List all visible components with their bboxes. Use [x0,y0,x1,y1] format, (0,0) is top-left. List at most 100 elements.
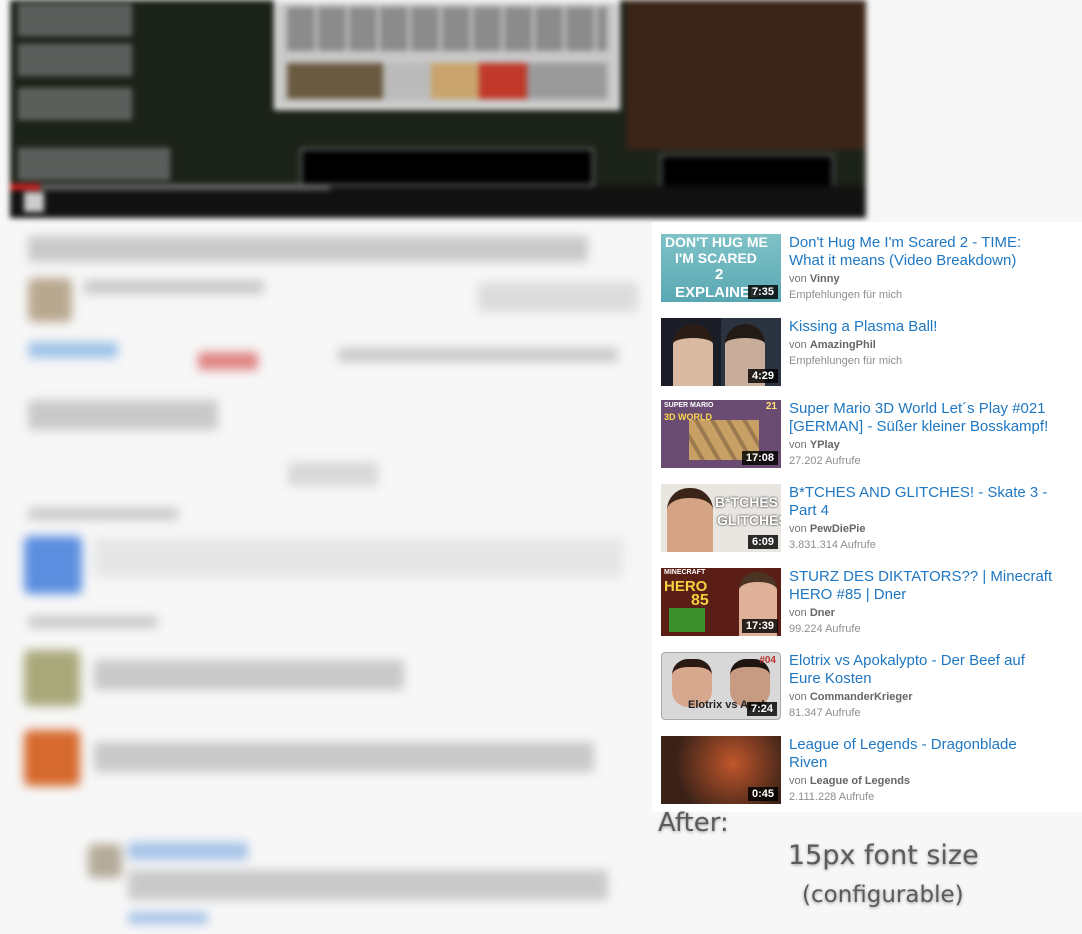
by-prefix: von [789,607,807,619]
duration-badge: 4:29 [747,369,778,383]
thumb-text: GLITCHES [717,512,781,528]
video-thumbnail[interactable]: MINECRAFT HERO 85 17:39 [661,568,781,636]
recommendation-item[interactable]: #04 Elotrix vs Apok 7:24 Elotrix vs Apok… [661,640,1061,720]
blurred-comment [94,660,404,690]
channel-line: von YPlay [789,439,840,451]
blurred-side-button [18,148,170,180]
blurred-comment-input [94,538,624,578]
by-prefix: von [789,273,807,285]
blurred-show-more [288,462,378,486]
channel-name[interactable]: Dner [810,607,835,619]
video-meta: 2.111.228 Aufrufe [789,791,875,803]
recommendation-item[interactable]: DON'T HUG ME I'M SCARED 2 EXPLAINED 7:35… [661,222,1061,302]
game-text-field [300,148,594,186]
recommendation-item[interactable]: SUPER MARIO 3D WORLD 21 17:08 Super Mari… [661,388,1061,468]
video-thumbnail[interactable]: DON'T HUG ME I'M SCARED 2 EXPLAINED 7:35 [661,234,781,302]
play-icon[interactable] [24,192,44,212]
channel-name[interactable]: PewDiePie [810,523,866,535]
progress-bar[interactable] [10,184,40,190]
blurred-section-label [28,616,158,628]
video-meta: Empfehlungen für mich [789,355,903,367]
channel-name[interactable]: CommanderKrieger [810,691,913,703]
video-player[interactable] [10,0,866,218]
channel-line: von League of Legends [789,775,910,787]
duration-badge: 0:45 [747,787,778,801]
thumb-text: I'M SCARED [675,250,757,266]
after-label: After: [658,808,729,838]
video-title-link[interactable]: League of Legends - Dragonblade Riven [789,736,1053,772]
thumb-person [673,324,713,386]
blurred-comment [94,742,594,772]
game-background [626,0,866,150]
video-title-link[interactable]: Super Mario 3D World Let´s Play #021 [GE… [789,400,1053,436]
channel-name[interactable]: League of Legends [810,775,910,787]
duration-badge: 6:09 [747,535,778,549]
blurred-subscribe [478,282,638,312]
thumb-text: 85 [691,592,709,609]
video-thumbnail[interactable]: #04 Elotrix vs Apok 7:24 [661,652,781,720]
blurred-like [28,342,118,358]
recommendation-item[interactable]: B*TCHES GLITCHES 6:09 B*TCHES AND GLITCH… [661,472,1061,552]
configurable-note: (configurable) [802,882,964,908]
blurred-description [28,400,218,430]
thumb-text: B*TCHES [715,494,779,510]
channel-name[interactable]: Vinny [810,273,840,285]
video-meta: 3.831.314 Aufrufe [789,539,876,551]
by-prefix: von [789,339,807,351]
video-title-link[interactable]: Don't Hug Me I'm Scared 2 - TIME: What i… [789,234,1053,270]
by-prefix: von [789,775,807,787]
buffer-bar [40,184,330,190]
video-title-link[interactable]: Kissing a Plasma Ball! [789,318,1053,336]
video-meta: 81.347 Aufrufe [789,707,861,719]
blurred-channel-name [84,280,264,294]
blurred-reply-name [128,842,248,860]
blurred-actions [338,348,618,362]
recommendation-item[interactable]: MINECRAFT HERO 85 17:39 STURZ DES DIKTAT… [661,556,1061,636]
channel-line: von Vinny [789,273,840,285]
blurred-dislike [198,352,258,370]
comment-avatar [24,730,80,786]
duration-badge: 17:39 [741,619,778,633]
player-controls-bar [10,186,866,218]
blurred-comments-header [28,508,178,520]
video-title-link[interactable]: Elotrix vs Apokalypto - Der Beef auf Eur… [789,652,1053,688]
recommendation-item[interactable]: 4:29 Kissing a Plasma Ball! von AmazingP… [661,306,1061,386]
game-box [660,154,834,188]
video-thumbnail[interactable]: 0:45 [661,736,781,804]
duration-badge: 17:08 [741,451,778,465]
blurred-reply-link [128,912,208,924]
channel-line: von CommanderKrieger [789,691,913,703]
video-title-link[interactable]: B*TCHES AND GLITCHES! - Skate 3 - Part 4 [789,484,1053,520]
video-meta: Empfehlungen für mich [789,289,903,301]
blurred-side-button [18,88,132,120]
comment-avatar [24,650,80,706]
channel-name[interactable]: YPlay [810,439,840,451]
blurred-video-title [28,236,588,262]
blurred-side-button [18,44,132,76]
video-thumbnail[interactable]: 4:29 [661,318,781,386]
by-prefix: von [789,439,807,451]
duration-badge: 7:24 [746,702,777,716]
video-title-link[interactable]: STURZ DES DIKTATORS?? | Minecraft HERO #… [789,568,1053,604]
thumb-creeper [669,608,705,632]
user-avatar [24,536,82,594]
channel-line: von PewDiePie [789,523,865,535]
video-thumbnail[interactable]: SUPER MARIO 3D WORLD 21 17:08 [661,400,781,468]
by-prefix: von [789,691,807,703]
blurred-page-content [18,222,648,934]
blurred-side-button [18,4,132,36]
by-prefix: von [789,523,807,535]
thumb-text: MINECRAFT [664,569,706,576]
reply-avatar [88,844,122,878]
video-thumbnail[interactable]: B*TCHES GLITCHES 6:09 [661,484,781,552]
font-size-note: 15px font size [788,840,979,871]
channel-name[interactable]: AmazingPhil [810,339,876,351]
video-meta: 27.202 Aufrufe [789,455,861,467]
recommendation-item[interactable]: 0:45 League of Legends - Dragonblade Riv… [661,724,1061,804]
channel-line: von Dner [789,607,835,619]
video-meta: 99.224 Aufrufe [789,623,861,635]
channel-avatar [28,278,72,322]
thumb-text: 21 [765,401,777,412]
channel-line: von AmazingPhil [789,339,876,351]
recommendations-sidebar: DON'T HUG ME I'M SCARED 2 EXPLAINED 7:35… [652,222,1082,812]
